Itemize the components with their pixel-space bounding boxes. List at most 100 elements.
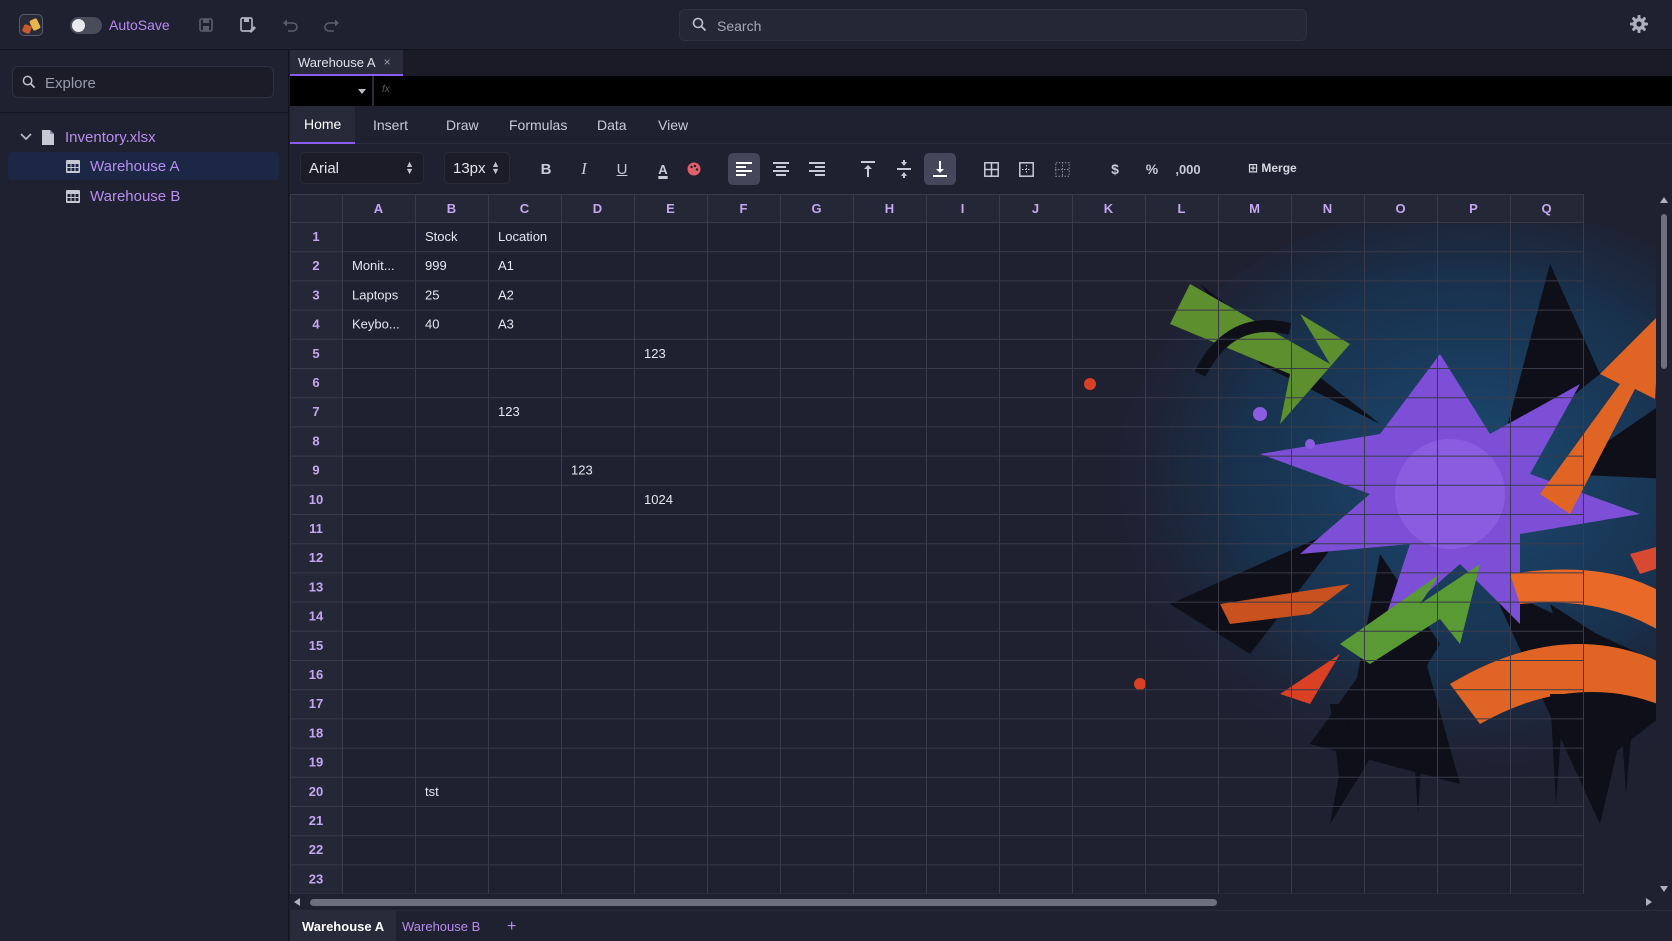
percent-button[interactable]: % [1136, 153, 1168, 185]
cell-value[interactable]: 123 [498, 404, 520, 419]
row-header[interactable]: 16 [309, 667, 323, 682]
sheet-tab-warehouse-a[interactable]: Warehouse A [290, 911, 397, 941]
vertical-scroll-thumb[interactable] [1661, 214, 1667, 369]
cell-value[interactable]: A2 [498, 287, 514, 302]
gear-icon[interactable] [1629, 14, 1649, 39]
column-header[interactable]: D [593, 201, 602, 216]
italic-button[interactable]: I [568, 153, 600, 185]
tab-formulas[interactable]: Formulas [509, 106, 567, 144]
borders-button[interactable] [975, 153, 1007, 185]
row-header[interactable]: 21 [309, 813, 323, 828]
row-header[interactable]: 23 [309, 871, 323, 886]
cell-value[interactable]: 25 [425, 287, 439, 302]
sheet-tab-warehouse-b[interactable]: Warehouse B [390, 911, 492, 941]
valign-middle-button[interactable] [888, 153, 920, 185]
row-header[interactable]: 11 [309, 521, 323, 536]
tab-view[interactable]: View [658, 106, 688, 144]
save-icon[interactable] [196, 15, 216, 35]
chevron-down-icon[interactable] [20, 133, 32, 141]
tab-draw[interactable]: Draw [446, 106, 479, 144]
row-header[interactable]: 10 [309, 492, 323, 507]
sidebar-item-warehouse-a[interactable]: Warehouse A [8, 152, 279, 180]
row-header[interactable]: 9 [312, 463, 319, 478]
redo-icon[interactable] [322, 15, 342, 35]
cell-value[interactable]: A3 [498, 317, 514, 332]
cell-value[interactable]: 123 [571, 463, 593, 478]
cell-value[interactable]: Laptops [352, 287, 399, 302]
cell-value[interactable]: 999 [425, 258, 447, 273]
row-header[interactable]: 7 [312, 404, 319, 419]
row-header[interactable]: 2 [312, 258, 319, 273]
horizontal-scrollbar[interactable] [290, 894, 1672, 910]
row-header[interactable]: 14 [309, 609, 324, 624]
underline-button[interactable]: U [606, 153, 638, 185]
cell-value[interactable]: Location [498, 229, 547, 244]
cell-value[interactable]: Keybo... [352, 317, 400, 332]
merge-button[interactable]: ⊞ Merge [1248, 161, 1297, 175]
column-header[interactable]: J [1032, 201, 1039, 216]
column-header[interactable]: Q [1541, 201, 1551, 216]
row-header[interactable]: 22 [309, 842, 323, 857]
column-header[interactable]: C [520, 201, 530, 216]
name-box[interactable] [290, 76, 373, 106]
row-header[interactable]: 4 [312, 317, 320, 332]
cell-value[interactable]: 1024 [644, 492, 673, 507]
cell-value[interactable]: Stock [425, 229, 458, 244]
close-icon[interactable]: × [384, 55, 391, 69]
align-center-button[interactable] [765, 153, 797, 185]
cell-value[interactable]: 123 [644, 346, 666, 361]
no-border-button[interactable] [1046, 153, 1078, 185]
grid-canvas[interactable]: A B C D E F G H I J K L M N O P Q12345678910111213141516… [290, 194, 1658, 894]
scroll-right-icon[interactable] [1646, 898, 1652, 906]
chevron-down-icon[interactable] [358, 89, 366, 94]
column-header[interactable]: B [447, 201, 456, 216]
add-sheet-button[interactable]: + [495, 911, 528, 941]
cell-value[interactable]: Monit... [352, 258, 395, 273]
column-header[interactable]: K [1104, 201, 1114, 216]
column-header[interactable]: G [811, 201, 821, 216]
save-as-icon[interactable] [238, 15, 258, 35]
font-family-select[interactable]: Arial ▲ ▼ [300, 152, 424, 184]
row-header[interactable]: 3 [312, 287, 319, 302]
explore-input[interactable]: Explore [12, 66, 274, 98]
cell-value[interactable]: 40 [425, 317, 439, 332]
tree-file-inventory[interactable]: Inventory.xlsx [0, 123, 280, 151]
row-header[interactable]: 6 [312, 375, 319, 390]
column-header[interactable]: E [666, 201, 675, 216]
bold-button[interactable]: B [530, 153, 562, 185]
column-header[interactable]: N [1323, 201, 1332, 216]
column-header[interactable]: L [1178, 201, 1186, 216]
autosave-toggle[interactable] [70, 17, 102, 34]
column-header[interactable]: O [1395, 201, 1405, 216]
tab-data[interactable]: Data [597, 106, 627, 144]
align-left-button[interactable] [728, 153, 760, 185]
row-header[interactable]: 20 [309, 784, 323, 799]
cell-value[interactable]: A1 [498, 258, 514, 273]
thousands-button[interactable]: ,000 [1172, 153, 1204, 185]
align-right-button[interactable] [801, 153, 833, 185]
tab-home[interactable]: Home [290, 106, 356, 144]
column-header[interactable]: I [961, 201, 965, 216]
currency-button[interactable]: $ [1099, 153, 1131, 185]
outer-border-button[interactable] [1010, 153, 1042, 185]
horizontal-scroll-thumb[interactable] [310, 899, 1217, 906]
valign-bottom-button[interactable] [924, 153, 956, 185]
fill-color-button[interactable] [678, 153, 710, 185]
row-header[interactable]: 8 [312, 433, 319, 448]
doc-tab-warehouse-a[interactable]: Warehouse A × [290, 50, 403, 76]
column-header[interactable]: P [1469, 201, 1478, 216]
scroll-up-icon[interactable] [1660, 197, 1668, 203]
vertical-scrollbar[interactable] [1656, 194, 1672, 894]
sidebar-item-warehouse-b[interactable]: Warehouse B [0, 182, 280, 210]
cell-value[interactable]: tst [425, 784, 439, 799]
column-header[interactable]: H [885, 201, 894, 216]
sheet-grid[interactable]: A B C D E F G H I J K L M N O P Q 1 2 3 4 5 6 7 8 9 10 11 12 13 14 15 16… [290, 194, 1658, 894]
row-header[interactable]: 5 [312, 346, 319, 361]
valign-top-button[interactable] [852, 153, 884, 185]
row-header[interactable]: 19 [309, 755, 323, 770]
column-header[interactable]: A [374, 201, 384, 216]
search-input[interactable]: Search [679, 9, 1307, 41]
font-size-select[interactable]: 13px ▲ ▼ [444, 152, 510, 184]
column-header[interactable]: F [740, 201, 748, 216]
row-header[interactable]: 12 [309, 550, 323, 565]
